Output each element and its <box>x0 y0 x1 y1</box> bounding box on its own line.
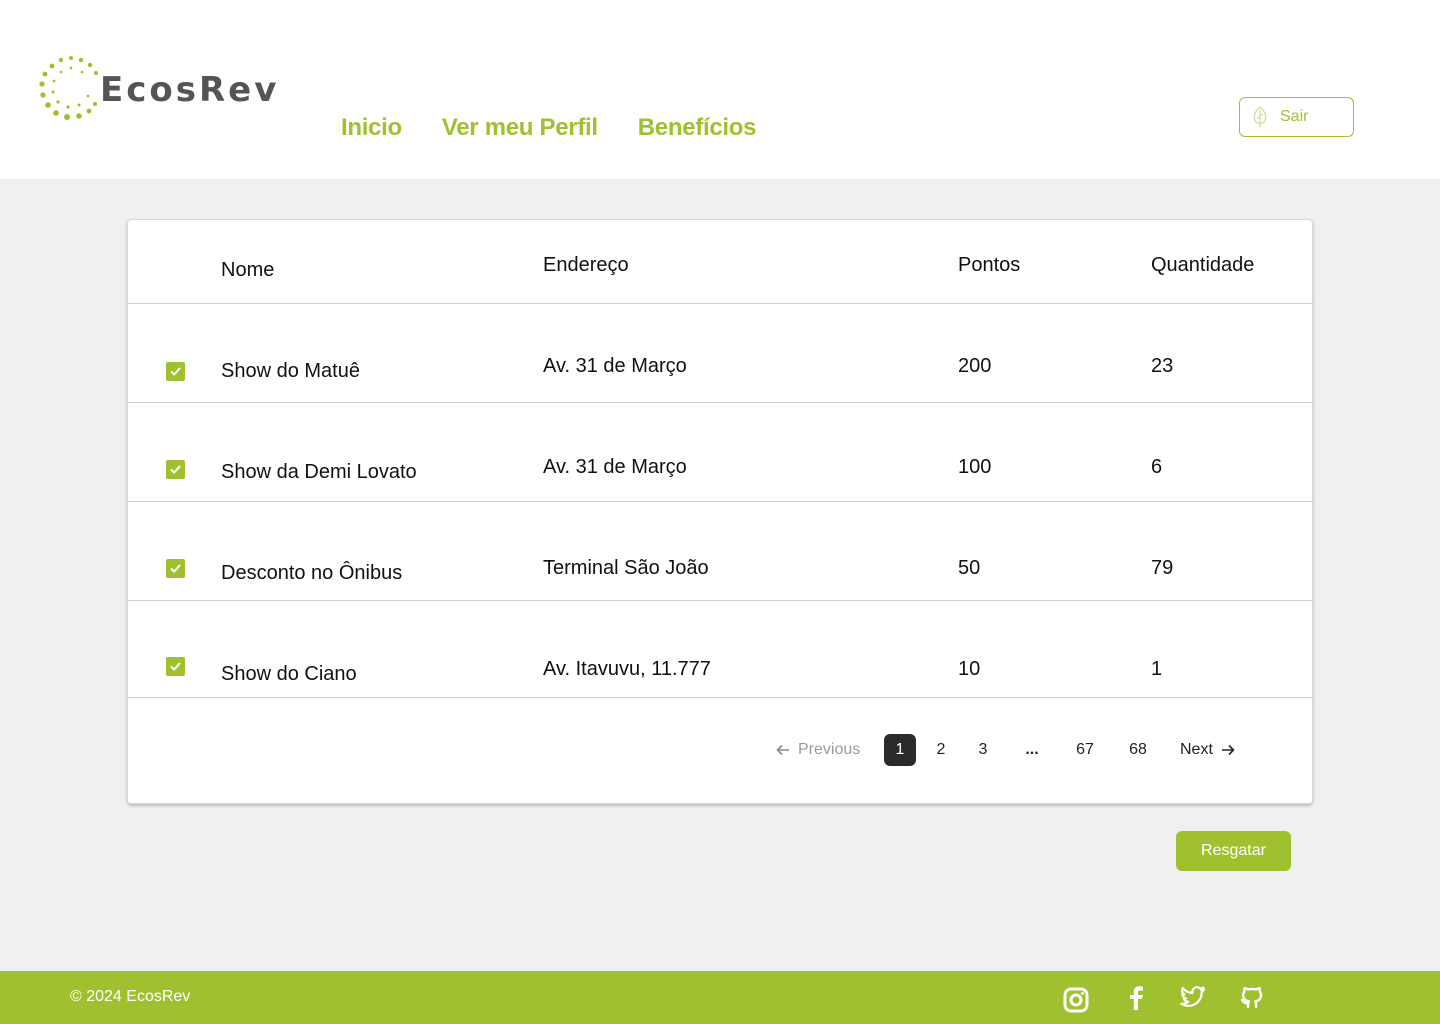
pagination-next-label: Next <box>1180 741 1213 758</box>
divider <box>128 402 1314 403</box>
check-icon <box>170 662 181 671</box>
column-header-pontos[interactable]: Pontos <box>958 254 1020 277</box>
pagination-page[interactable]: 3 <box>967 734 999 766</box>
check-icon <box>170 367 181 376</box>
nav-link-inicio[interactable]: Inicio <box>341 114 402 142</box>
logo-dots-icon <box>39 56 98 120</box>
pagination: Previous 1 2 3 ... 67 68 Next <box>128 734 1314 766</box>
cell-quantidade: 1 <box>1151 658 1163 680</box>
cell-nome: Desconto no Ônibus <box>221 562 403 584</box>
cell-endereco: Terminal São João <box>543 557 709 579</box>
pagination-previous[interactable]: Previous <box>776 734 860 766</box>
pagination-page[interactable]: 67 <box>1069 734 1101 766</box>
cell-nome: Show do Ciano <box>221 663 357 685</box>
divider <box>128 303 1314 304</box>
cell-quantidade: 79 <box>1151 557 1174 579</box>
cell-nome: Show da Demi Lovato <box>221 461 417 483</box>
main-nav: Inicio Ver meu Perfil Benefícios <box>341 114 756 142</box>
column-header-quantidade[interactable]: Quantidade <box>1151 254 1254 277</box>
cell-pontos: 200 <box>958 355 992 377</box>
pagination-page[interactable]: 68 <box>1122 734 1154 766</box>
arrow-left-icon <box>776 744 789 756</box>
cell-endereco: Av. 31 de Março <box>543 355 687 377</box>
pagination-ellipsis: ... <box>1025 741 1039 758</box>
benefits-table-card: Nome Endereço Pontos Quantidade Show do … <box>127 219 1314 804</box>
nav-link-perfil[interactable]: Ver meu Perfil <box>442 114 598 142</box>
pagination-next[interactable]: Next <box>1180 734 1235 766</box>
twitter-icon[interactable] <box>1180 984 1206 1010</box>
row-checkbox[interactable] <box>166 559 185 578</box>
pagination-page[interactable]: 1 <box>884 734 916 766</box>
pagination-page[interactable]: 2 <box>925 734 957 766</box>
divider <box>128 501 1314 502</box>
check-icon <box>170 564 181 573</box>
copyright: © 2024 EcosRev <box>70 988 191 1005</box>
pagination-previous-label: Previous <box>798 741 861 758</box>
facebook-icon[interactable] <box>1123 984 1149 1010</box>
cell-quantidade: 6 <box>1151 456 1163 478</box>
github-icon[interactable] <box>1239 983 1265 1009</box>
divider <box>128 697 1314 698</box>
column-header-nome[interactable]: Nome <box>221 259 274 282</box>
cell-endereco: Av. 31 de Março <box>543 456 687 478</box>
cell-nome: Show do Matuê <box>221 360 360 382</box>
divider <box>128 600 1314 601</box>
logout-label: Sair <box>1280 108 1309 125</box>
row-checkbox[interactable] <box>166 460 185 479</box>
column-header-endereco[interactable]: Endereço <box>543 254 629 277</box>
arrow-right-icon <box>1221 744 1235 756</box>
header: EcosRev Inicio Ver meu Perfil Benefícios… <box>0 0 1440 179</box>
row-checkbox[interactable] <box>166 362 185 381</box>
row-checkbox[interactable] <box>166 657 185 676</box>
check-icon <box>170 465 181 474</box>
cell-pontos: 100 <box>958 456 992 478</box>
leaf-icon <box>1253 106 1267 127</box>
footer: © 2024 EcosRev <box>0 971 1440 1024</box>
cell-pontos: 50 <box>958 557 981 579</box>
brand-name: EcosRev <box>100 70 280 110</box>
instagram-icon[interactable] <box>1063 987 1089 1013</box>
cell-quantidade: 23 <box>1151 355 1174 377</box>
nav-link-beneficios[interactable]: Benefícios <box>638 114 757 142</box>
logout-button[interactable]: Sair <box>1239 97 1354 137</box>
redeem-button[interactable]: Resgatar <box>1176 831 1291 871</box>
cell-pontos: 10 <box>958 658 981 680</box>
cell-endereco: Av. Itavuvu, 11.777 <box>543 658 711 680</box>
logo[interactable]: EcosRev <box>38 54 278 124</box>
